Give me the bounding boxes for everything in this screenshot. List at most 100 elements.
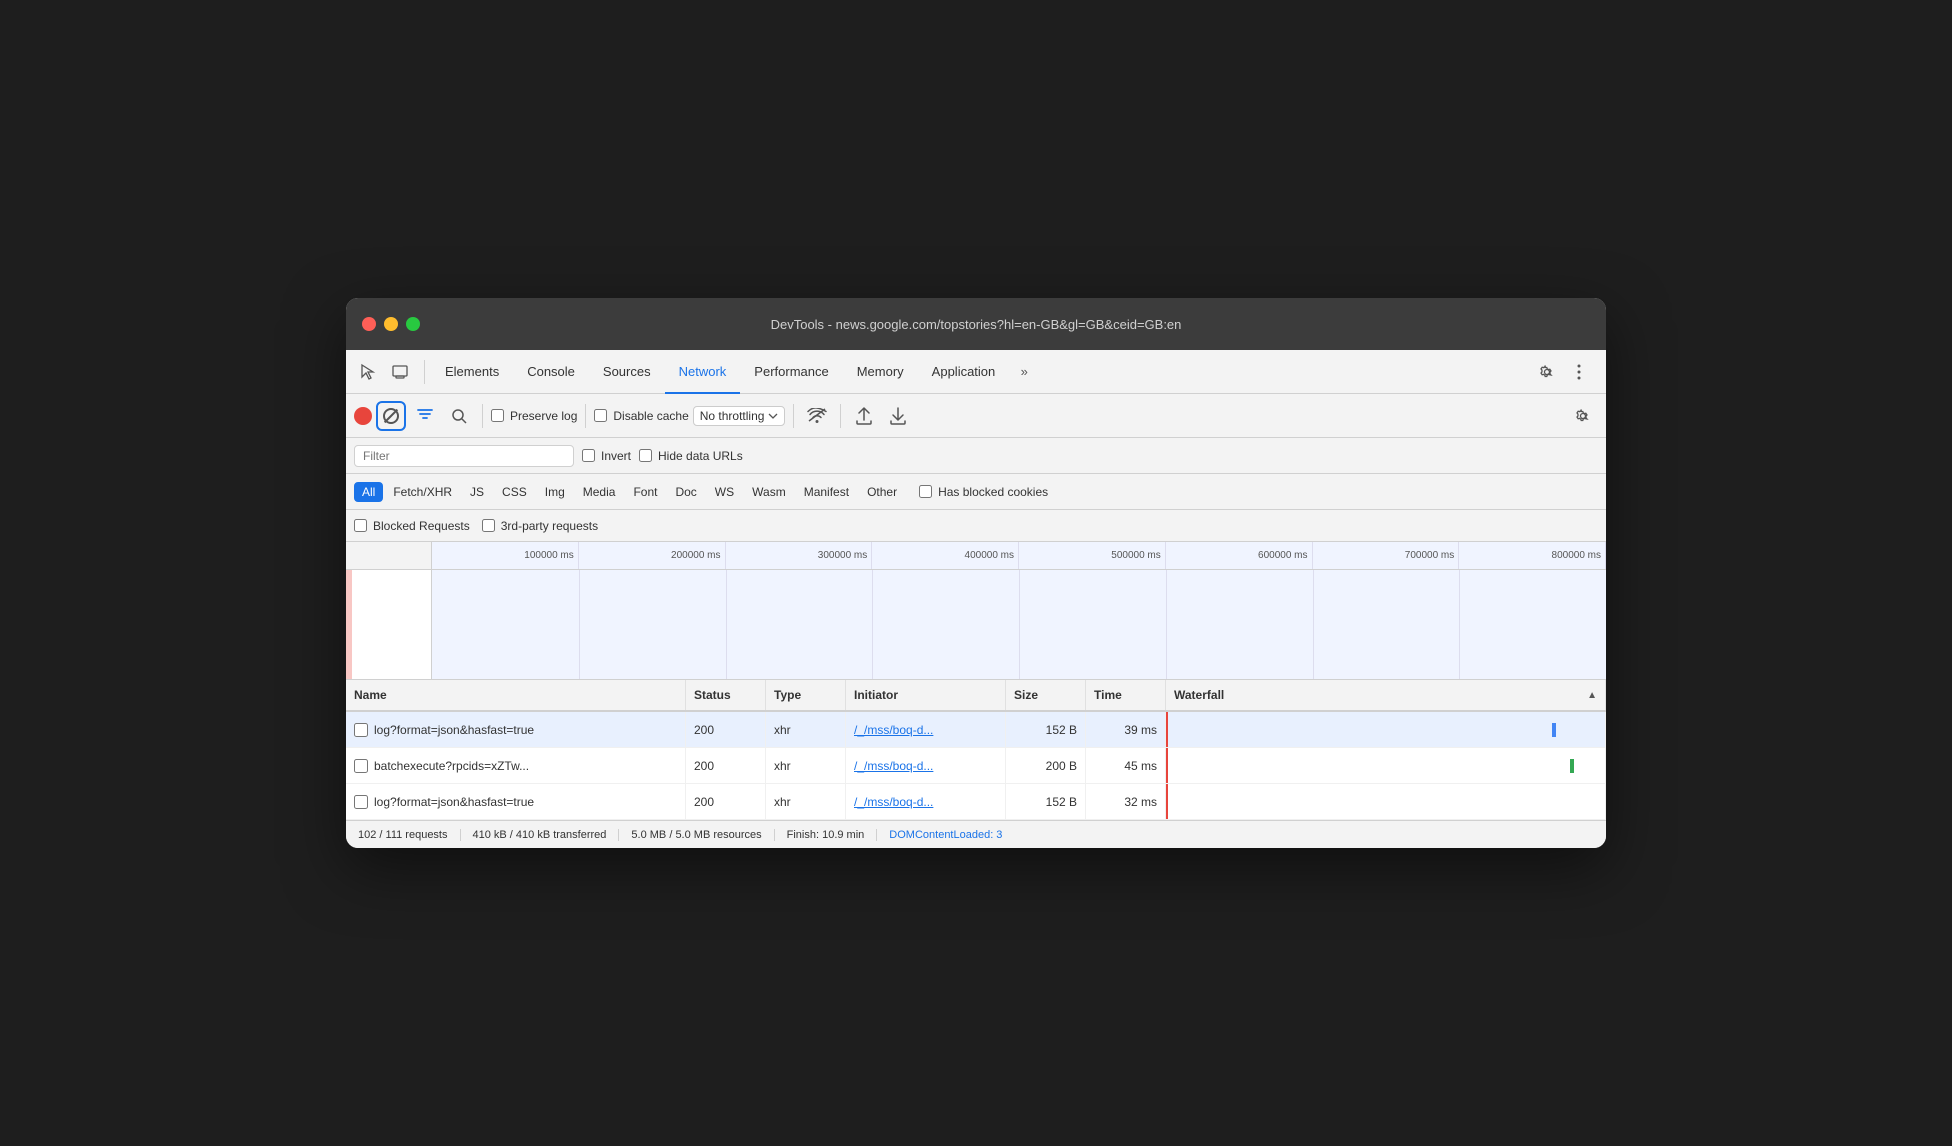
type-filter-other[interactable]: Other	[859, 482, 905, 502]
type-filter-js[interactable]: JS	[462, 482, 492, 502]
tab-memory[interactable]: Memory	[843, 350, 918, 394]
extra-filter-row: Blocked Requests 3rd-party requests	[346, 510, 1606, 542]
disable-cache-checkbox[interactable]	[594, 409, 607, 422]
more-tabs-button[interactable]: »	[1009, 357, 1039, 387]
titlebar: DevTools - news.google.com/topstories?hl…	[346, 298, 1606, 350]
footer-requests: 102 / 111 requests	[358, 829, 461, 841]
close-button[interactable]	[362, 317, 376, 331]
td-status-1: 200	[686, 712, 766, 747]
row-checkbox-3[interactable]	[354, 795, 368, 809]
footer-dom-content-loaded: DOMContentLoaded: 3	[877, 829, 1002, 841]
footer-finish: Finish: 10.9 min	[775, 829, 878, 841]
th-status[interactable]: Status	[686, 680, 766, 710]
row-checkbox-2[interactable]	[354, 759, 368, 773]
tab-console[interactable]: Console	[513, 350, 589, 394]
td-name-3: log?format=json&hasfast=true	[346, 784, 686, 819]
td-initiator-3[interactable]: /_/mss/boq-d...	[846, 784, 1006, 819]
tab-elements[interactable]: Elements	[431, 350, 513, 394]
th-initiator[interactable]: Initiator	[846, 680, 1006, 710]
th-waterfall-label: Waterfall	[1174, 688, 1224, 702]
tab-performance[interactable]: Performance	[740, 350, 842, 394]
network-toolbar: Preserve log Disable cache No throttling	[346, 394, 1606, 438]
blocked-requests-checkbox[interactable]	[354, 519, 367, 532]
third-party-text: 3rd-party requests	[501, 519, 598, 533]
inspect-element-icon[interactable]	[354, 358, 382, 386]
record-button[interactable]	[354, 407, 372, 425]
throttle-select[interactable]: No throttling	[693, 406, 786, 426]
has-blocked-cookies-checkbox[interactable]	[919, 485, 932, 498]
minimize-button[interactable]	[384, 317, 398, 331]
no-symbol-icon	[383, 408, 399, 424]
timeline-sidebar	[346, 570, 432, 679]
more-options-button[interactable]	[1564, 357, 1594, 387]
window-title: DevTools - news.google.com/topstories?hl…	[362, 317, 1590, 332]
tab-sources[interactable]: Sources	[589, 350, 665, 394]
disable-cache-checkbox-label[interactable]: Disable cache	[594, 409, 688, 423]
th-waterfall[interactable]: Waterfall ▲	[1166, 680, 1606, 710]
timeline-name-column	[346, 542, 432, 569]
table-row[interactable]: log?format=json&hasfast=true 200 xhr /_/…	[346, 712, 1606, 748]
type-filter-manifest[interactable]: Manifest	[796, 482, 857, 502]
tab-network[interactable]: Network	[665, 350, 741, 394]
td-status-3: 200	[686, 784, 766, 819]
th-type[interactable]: Type	[766, 680, 846, 710]
timeline-grid-7	[1459, 570, 1460, 679]
td-initiator-2[interactable]: /_/mss/boq-d...	[846, 748, 1006, 783]
network-settings-button[interactable]	[1568, 401, 1598, 431]
type-filter-fetch-xhr[interactable]: Fetch/XHR	[385, 482, 460, 502]
td-initiator-1[interactable]: /_/mss/boq-d...	[846, 712, 1006, 747]
toolbar-right-icons	[1532, 357, 1594, 387]
invert-label: Invert	[601, 449, 631, 463]
network-conditions-button[interactable]	[802, 401, 832, 431]
blocked-requests-label[interactable]: Blocked Requests	[354, 519, 470, 533]
nt-divider-4	[840, 404, 841, 428]
third-party-checkbox[interactable]	[482, 519, 495, 532]
search-button[interactable]	[444, 401, 474, 431]
type-filter-font[interactable]: Font	[625, 482, 665, 502]
timeline-mark-5: 500000 ms	[1019, 542, 1166, 569]
timeline-graph[interactable]	[432, 570, 1606, 679]
nt-divider-1	[482, 404, 483, 428]
timeline-mark-7: 700000 ms	[1313, 542, 1460, 569]
disable-cache-label: Disable cache	[613, 409, 688, 423]
th-time[interactable]: Time	[1086, 680, 1166, 710]
settings-button[interactable]	[1532, 357, 1562, 387]
timeline-marks: 100000 ms 200000 ms 300000 ms 400000 ms …	[432, 542, 1606, 569]
table-row[interactable]: batchexecute?rpcids=xZTw... 200 xhr /_/m…	[346, 748, 1606, 784]
type-filter-media[interactable]: Media	[575, 482, 624, 502]
row-checkbox-1[interactable]	[354, 723, 368, 737]
type-filter-ws[interactable]: WS	[707, 482, 742, 502]
import-har-button[interactable]	[849, 401, 879, 431]
wf-red-line-1	[1166, 712, 1168, 747]
type-filter-css[interactable]: CSS	[494, 482, 535, 502]
row-name-1: log?format=json&hasfast=true	[374, 723, 534, 737]
type-filter-all[interactable]: All	[354, 482, 383, 502]
wf-red-line-2	[1166, 748, 1168, 783]
invert-checkbox[interactable]	[582, 449, 595, 462]
th-name[interactable]: Name	[346, 680, 686, 710]
wf-green-bar-2	[1570, 759, 1574, 773]
th-size[interactable]: Size	[1006, 680, 1086, 710]
third-party-label[interactable]: 3rd-party requests	[482, 519, 598, 533]
hide-data-urls-checkbox[interactable]	[639, 449, 652, 462]
td-waterfall-1	[1166, 712, 1606, 747]
table-row[interactable]: log?format=json&hasfast=true 200 xhr /_/…	[346, 784, 1606, 820]
clear-button[interactable]	[376, 401, 406, 431]
td-type-3: xhr	[766, 784, 846, 819]
preserve-log-checkbox[interactable]	[491, 409, 504, 422]
filter-button[interactable]	[410, 401, 440, 431]
type-filter-wasm[interactable]: Wasm	[744, 482, 794, 502]
type-filter-img[interactable]: Img	[537, 482, 573, 502]
td-waterfall-3	[1166, 784, 1606, 819]
invert-checkbox-label[interactable]: Invert	[582, 449, 631, 463]
table-body: log?format=json&hasfast=true 200 xhr /_/…	[346, 712, 1606, 820]
filter-input[interactable]	[354, 445, 574, 467]
preserve-log-checkbox-label[interactable]: Preserve log	[491, 409, 577, 423]
type-filter-doc[interactable]: Doc	[667, 482, 704, 502]
export-har-button[interactable]	[883, 401, 913, 431]
maximize-button[interactable]	[406, 317, 420, 331]
has-blocked-cookies-label[interactable]: Has blocked cookies	[919, 485, 1048, 499]
tab-application[interactable]: Application	[918, 350, 1010, 394]
hide-data-urls-checkbox-label[interactable]: Hide data URLs	[639, 449, 743, 463]
toggle-device-icon[interactable]	[386, 358, 414, 386]
